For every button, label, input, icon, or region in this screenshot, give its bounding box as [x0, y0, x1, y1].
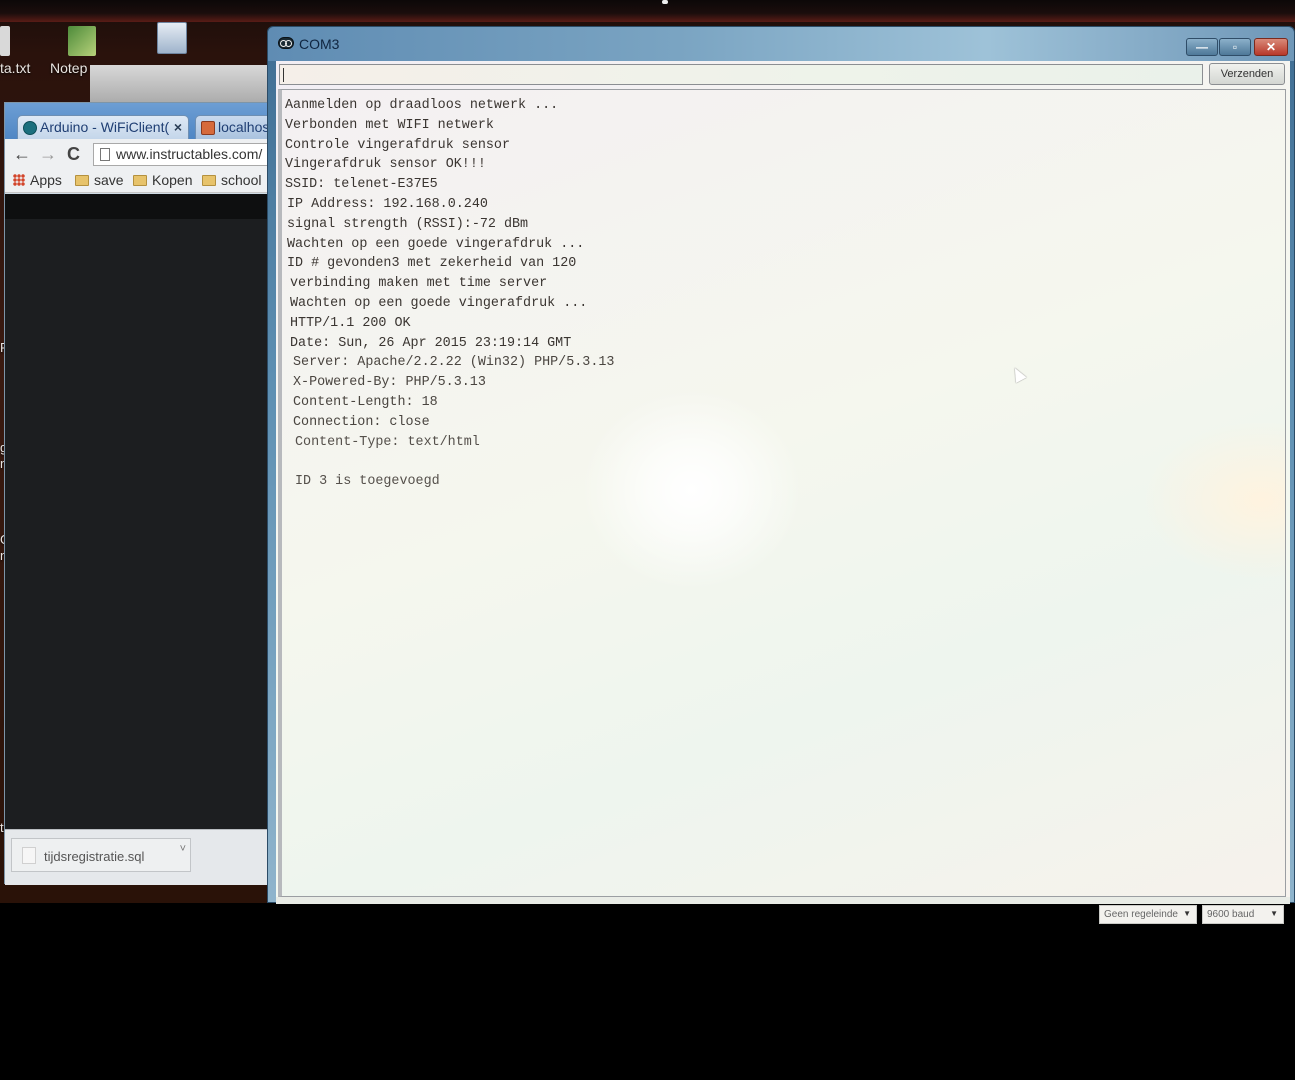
- browser-tab-bar: Arduino - WiFiClient( × localhost: [5, 103, 305, 139]
- notepad-icon: [68, 26, 96, 56]
- webcam-light: [662, 0, 668, 4]
- phpmyadmin-icon: [201, 121, 215, 135]
- output-line: Wachten op een goede vingerafdruk ...: [290, 295, 588, 311]
- text-caret: [283, 68, 284, 82]
- output-line: HTTP/1.1 200 OK: [290, 315, 411, 331]
- send-button[interactable]: Verzenden: [1209, 63, 1285, 85]
- output-line: Aanmelden op draadloos netwerk ...: [285, 98, 559, 113]
- text-file-icon: [0, 26, 10, 56]
- serial-monitor-client: Verzenden Aanmelden op draadloos netwerk…: [276, 61, 1290, 924]
- output-line: ID # gevonden3 met zekerheid van 120: [287, 256, 577, 272]
- bookmark-save[interactable]: save: [75, 172, 124, 188]
- minimize-button[interactable]: —: [1186, 38, 1218, 56]
- output-line: X-Powered-By: PHP/5.3.13: [293, 375, 486, 391]
- bookmark-apps[interactable]: Apps: [13, 172, 62, 188]
- folder-icon: [75, 175, 89, 186]
- arduino-icon: [278, 37, 294, 49]
- output-line: verbinding maken met time server: [290, 276, 548, 292]
- output-line: Content-Type: text/html: [295, 434, 480, 450]
- browser-toolbar: ← → C www.instructables.com/: [5, 139, 313, 169]
- serial-monitor-window: COM3 — ▫ ✕ Verzenden Aanmelden op draadl…: [267, 26, 1295, 924]
- serial-output[interactable]: Aanmelden op draadloos netwerk ... Verbon…: [278, 89, 1286, 897]
- output-line: Verbonden met WIFI netwerk: [285, 117, 494, 133]
- output-line: Connection: close: [293, 414, 430, 430]
- output-lines: Aanmelden op draadloos netwerk ... Verbon…: [285, 96, 614, 492]
- back-button[interactable]: ←: [13, 144, 31, 165]
- downloads-bar: tijdsregistratie.sql ˅: [5, 829, 299, 885]
- tab-arduino[interactable]: Arduino - WiFiClient( ×: [17, 115, 189, 139]
- baud-rate-select[interactable]: 9600 baud ▼: [1202, 905, 1284, 924]
- browser-window: Arduino - WiFiClient( × localhost ← → C …: [4, 102, 313, 885]
- output-line: IP Address: 192.168.0.240: [287, 196, 488, 212]
- arduino-icon: [23, 121, 37, 135]
- document-icon: [157, 22, 187, 54]
- page-icon: [100, 148, 110, 161]
- close-tab-icon[interactable]: ×: [174, 119, 182, 135]
- output-line: Content-Length: 18: [293, 394, 438, 410]
- desktop-icon-document[interactable]: [157, 22, 187, 54]
- mouse-pointer-icon: [1009, 365, 1027, 383]
- browser-page-content: [5, 194, 299, 829]
- reload-button[interactable]: C: [67, 144, 80, 165]
- bookmark-school[interactable]: school: [202, 172, 261, 188]
- apps-grid-icon: [13, 174, 25, 186]
- output-line: Server: Apache/2.2.22 (Win32) PHP/5.3.13: [293, 355, 615, 371]
- output-line: signal strength (RSSI):-72 dBm: [287, 216, 529, 232]
- download-item[interactable]: tijdsregistratie.sql ˅: [11, 838, 191, 872]
- file-icon: [22, 847, 36, 864]
- output-line: ID 3 is toegevoegd: [295, 474, 440, 490]
- output-line: Wachten op een goede vingerafdruk ...: [287, 236, 585, 252]
- background-window: [90, 65, 270, 105]
- output-line: Date: Sun, 26 Apr 2015 23:19:14 GMT: [290, 335, 572, 351]
- window-title: COM3: [299, 36, 340, 52]
- desktop-icon-text-file[interactable]: ta.txt: [0, 26, 30, 76]
- folder-icon: [133, 175, 147, 186]
- bookmark-kopen[interactable]: Kopen: [133, 172, 192, 188]
- output-line: SSID: telenet-E37E5: [285, 177, 438, 193]
- line-ending-select[interactable]: Geen regeleinde ▼: [1099, 905, 1197, 924]
- monitor-top-bezel: [0, 0, 1295, 22]
- send-input[interactable]: [279, 64, 1203, 85]
- close-button[interactable]: ✕: [1254, 38, 1288, 56]
- output-line: Controle vingerafdruk sensor: [285, 137, 510, 153]
- status-bar: [276, 897, 1290, 904]
- title-bar[interactable]: COM3 — ▫ ✕: [268, 27, 1294, 61]
- chevron-down-icon: ▼: [1270, 909, 1278, 918]
- chevron-down-icon: ▼: [1183, 909, 1191, 918]
- forward-button[interactable]: →: [39, 144, 57, 165]
- maximize-button[interactable]: ▫: [1219, 38, 1251, 56]
- output-line: Vingerafdruk sensor OK!!!: [285, 157, 486, 173]
- folder-icon: [202, 175, 216, 186]
- download-menu-icon[interactable]: ˅: [180, 843, 186, 855]
- page-header-shade: [5, 194, 299, 219]
- desktop-icon-notepad[interactable]: Notep: [50, 26, 96, 76]
- bookmarks-bar: Apps save Kopen school: [5, 169, 299, 193]
